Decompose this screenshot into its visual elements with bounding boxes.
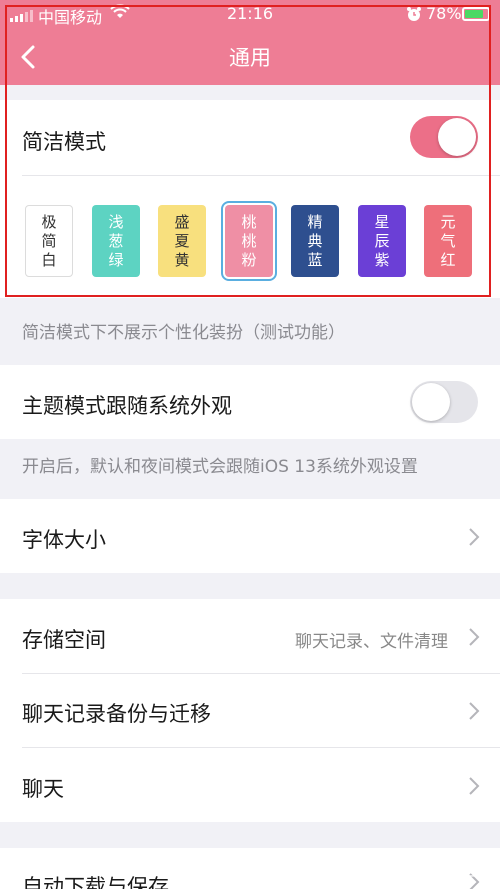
theme-swatch-label: 简 [41, 231, 57, 250]
theme-swatch-label: 典 [307, 231, 323, 250]
simple-mode-hint: 简洁模式下不展示个性化装扮（测试功能） [22, 323, 345, 343]
theme-follow-toggle[interactable] [410, 381, 478, 423]
simple-mode-label: 简洁模式 [22, 130, 106, 154]
theme-follow-hint: 开启后，默认和夜间模式会跟随iOS 13系统外观设置 [22, 457, 418, 477]
watermark: Bai 经验 [396, 857, 482, 882]
theme-swatch-label: 白 [41, 250, 57, 269]
theme-swatch-label: 葱 [108, 231, 124, 250]
chevron-right-icon [469, 528, 480, 546]
theme-swatch[interactable]: 极简白 [25, 205, 73, 277]
battery-percent: 78% [426, 4, 462, 23]
theme-swatch-label: 夏 [174, 231, 190, 250]
font-size-label: 字体大小 [22, 528, 106, 552]
theme-swatch[interactable]: 桃桃粉 [221, 201, 277, 281]
theme-swatch-label: 黄 [174, 250, 190, 269]
chevron-right-icon [469, 628, 480, 646]
chevron-right-icon [469, 702, 480, 720]
battery-icon [462, 7, 490, 21]
divider [22, 175, 500, 176]
theme-swatch-label: 浅 [108, 212, 124, 231]
chevron-right-icon [469, 777, 480, 795]
status-time: 21:16 [226, 4, 274, 23]
nav-bar: 通用 [0, 28, 500, 85]
theme-swatch-label: 紫 [374, 250, 390, 269]
storage-label: 存储空间 [22, 628, 106, 652]
theme-swatch[interactable]: 星辰紫 [358, 205, 406, 277]
theme-follow-label: 主题模式跟随系统外观 [22, 394, 232, 418]
theme-swatch-label: 气 [440, 231, 456, 250]
chat-backup-label: 聊天记录备份与迁移 [22, 702, 211, 726]
chat-row[interactable] [0, 748, 500, 822]
storage-value: 聊天记录、文件清理 [295, 632, 448, 652]
alarm-icon [407, 7, 421, 21]
theme-swatch-label: 蓝 [307, 250, 323, 269]
theme-swatch-label: 星 [374, 212, 390, 231]
theme-swatch[interactable]: 精典蓝 [291, 205, 339, 277]
status-bar: 中国移动 21:16 78% [0, 0, 500, 28]
theme-swatch-label: 粉 [241, 250, 257, 269]
theme-swatch-label: 绿 [108, 250, 124, 269]
theme-swatch-label: 桃 [241, 231, 257, 250]
theme-swatch-label: 盛 [174, 212, 190, 231]
theme-swatch-label: 红 [440, 250, 456, 269]
theme-swatch[interactable]: 浅葱绿 [92, 205, 140, 277]
page-title: 通用 [229, 46, 271, 70]
simple-mode-toggle[interactable] [410, 116, 478, 158]
theme-swatch-label: 辰 [374, 231, 390, 250]
theme-swatch-label: 精 [307, 212, 323, 231]
chat-label: 聊天 [22, 777, 64, 801]
theme-swatch-label: 极 [41, 212, 57, 231]
theme-swatch[interactable]: 元气红 [424, 205, 472, 277]
theme-swatch[interactable]: 盛夏黄 [158, 205, 206, 277]
theme-swatch-label: 桃 [241, 212, 257, 231]
auto-download-label: 自动下载与保存 [22, 875, 169, 889]
theme-swatch-label: 元 [440, 212, 456, 231]
